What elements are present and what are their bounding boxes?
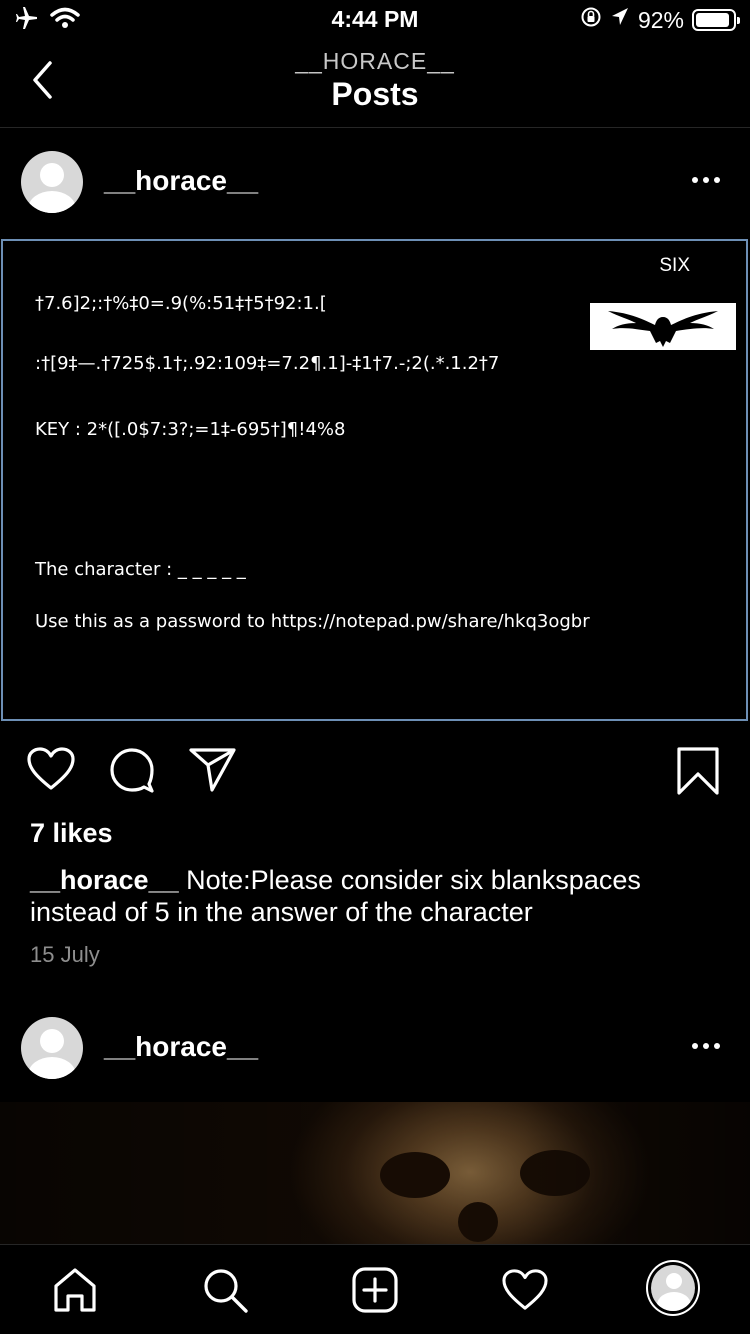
bookmark-icon bbox=[677, 747, 719, 795]
image-corner-label: SIX bbox=[659, 255, 690, 276]
post-image[interactable]: SIX †7.6]2;:†%‡0=.9(%:51‡†5†92:1.[ :†[9‡… bbox=[0, 236, 750, 722]
save-button[interactable] bbox=[676, 746, 720, 801]
nav-header: __HORACE__ Posts bbox=[0, 40, 750, 128]
home-icon bbox=[54, 1268, 96, 1312]
post-caption: __horace__ Note:Please consider six blan… bbox=[30, 864, 720, 928]
cipher-line-2: :†[9‡—.†725$.1†;.92:109‡=7.2¶.1]-‡1†7.-;… bbox=[35, 353, 500, 374]
battery-icon bbox=[692, 9, 740, 31]
status-bar: 4:44 PM 92% bbox=[0, 0, 750, 40]
page-title: Posts bbox=[331, 76, 419, 112]
new-post-icon bbox=[352, 1267, 398, 1313]
post-username[interactable]: __horace__ bbox=[104, 165, 258, 197]
more-options-button[interactable] bbox=[688, 1037, 724, 1055]
crow-icon bbox=[608, 310, 718, 347]
avatar[interactable] bbox=[21, 1017, 83, 1079]
cipher-line-1: †7.6]2;:†%‡0=.9(%:51‡†5†92:1.[ bbox=[35, 293, 327, 314]
tab-home[interactable] bbox=[48, 1263, 102, 1317]
more-options-button[interactable] bbox=[688, 171, 724, 189]
search-icon bbox=[204, 1269, 248, 1313]
post-image-2[interactable] bbox=[0, 1102, 750, 1244]
send-icon bbox=[189, 748, 236, 792]
tab-activity[interactable] bbox=[498, 1263, 552, 1317]
orientation-lock-icon bbox=[580, 6, 602, 34]
caption-username[interactable]: __horace__ bbox=[30, 865, 179, 895]
share-button[interactable] bbox=[188, 746, 238, 797]
tab-profile[interactable] bbox=[646, 1260, 700, 1316]
status-right: 92% bbox=[580, 6, 740, 34]
character-line: The character : _ _ _ _ _ bbox=[35, 559, 246, 580]
battery-fill bbox=[696, 13, 730, 27]
location-icon bbox=[610, 6, 630, 34]
post-header-2: __horace__ bbox=[0, 995, 750, 1101]
tab-search[interactable] bbox=[198, 1263, 252, 1317]
crow-logo bbox=[590, 303, 736, 350]
post-actions bbox=[0, 744, 750, 800]
like-button[interactable] bbox=[26, 746, 76, 797]
battery-percent: 92% bbox=[637, 6, 684, 33]
post-image-frame: SIX †7.6]2;:†%‡0=.9(%:51‡†5†92:1.[ :†[9‡… bbox=[1, 239, 748, 721]
post-username[interactable]: __horace__ bbox=[104, 1031, 258, 1063]
tab-new-post[interactable] bbox=[348, 1263, 402, 1317]
post-header: __horace__ bbox=[0, 129, 750, 235]
comment-icon bbox=[110, 748, 154, 793]
key-line: KEY : 2*([.0$7:3?;=1‡-695†]¶!4%8 bbox=[35, 419, 346, 440]
profile-avatar bbox=[646, 1260, 700, 1316]
heart-icon bbox=[27, 747, 75, 790]
tab-bar bbox=[0, 1244, 750, 1334]
nav-subtitle: __HORACE__ bbox=[295, 48, 455, 74]
password-line: Use this as a password to https://notepa… bbox=[35, 611, 590, 632]
post-date: 15 July bbox=[30, 942, 100, 967]
like-count[interactable]: 7 likes bbox=[30, 818, 113, 849]
avatar[interactable] bbox=[21, 151, 83, 213]
comment-button[interactable] bbox=[108, 746, 156, 799]
activity-heart-icon bbox=[502, 1269, 548, 1310]
